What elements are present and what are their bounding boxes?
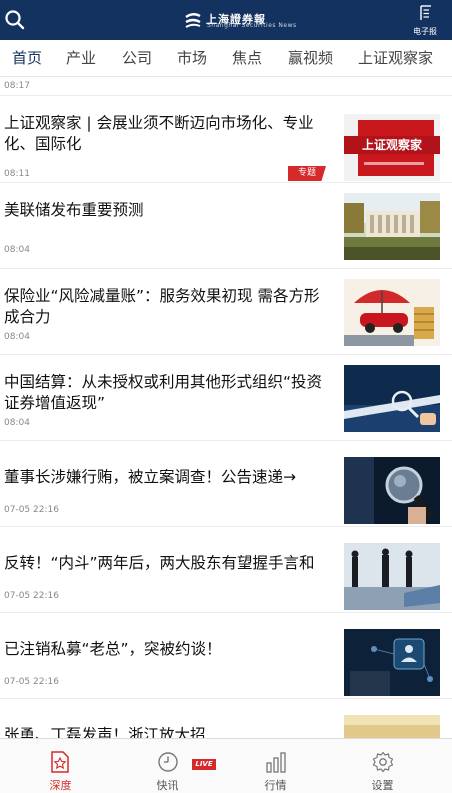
list-item[interactable]: 张勇、丁磊发声！浙江放大招 bbox=[0, 699, 452, 738]
nav-quotes[interactable]: 行情 bbox=[219, 739, 332, 793]
article-time: 07-05 22:16 bbox=[4, 677, 59, 687]
document-star-icon bbox=[51, 751, 69, 773]
article-title: 保险业“风险减量账”：服务效果初现 需各方形成合力 bbox=[4, 287, 320, 326]
article-time: 08:17 bbox=[4, 81, 30, 91]
tab-market[interactable]: 市场 bbox=[177, 40, 207, 76]
gear-icon bbox=[372, 751, 394, 773]
article-time: 07-05 22:16 bbox=[4, 505, 59, 515]
live-badge: LIVE bbox=[192, 759, 216, 770]
article-thumbnail bbox=[344, 715, 440, 738]
list-item[interactable]: 08:17 bbox=[0, 77, 452, 96]
list-item[interactable]: 已注销私募“老总”，突被约谈！ 07-05 22:16 bbox=[0, 613, 452, 699]
list-item[interactable]: 美联储发布重要预测 08:04 bbox=[0, 183, 452, 269]
category-tabs: 首页 产业 公司 市场 焦点 赢视频 上证观察家 bbox=[0, 40, 452, 77]
tab-home[interactable]: 首页 bbox=[12, 40, 42, 76]
nav-quotes-label: 行情 bbox=[264, 779, 287, 792]
logo-mark-icon bbox=[185, 13, 201, 28]
topic-badge: 专题 bbox=[288, 166, 326, 181]
bottom-navigation: 深度 快讯 LIVE 行情 设置 bbox=[0, 738, 452, 793]
article-time: 08:04 bbox=[4, 332, 30, 342]
nav-flash-label: 快讯 bbox=[156, 779, 179, 792]
epaper-icon bbox=[420, 5, 431, 20]
nav-settings[interactable]: 设置 bbox=[326, 739, 439, 793]
logo-subtitle: Shanghai Securities News bbox=[207, 22, 297, 29]
tab-video[interactable]: 赢视频 bbox=[288, 40, 333, 76]
list-item[interactable]: 反转！“内斗”两年后，两大股东有望握手言和 07-05 22:16 bbox=[0, 527, 452, 613]
nav-settings-label: 设置 bbox=[371, 779, 394, 792]
clock-icon bbox=[158, 752, 178, 772]
article-time: 08:11 bbox=[4, 169, 30, 179]
article-thumbnail bbox=[344, 457, 440, 524]
article-title: 中国结算：从未授权或利用其他形式组织“投资证券增值返现” bbox=[4, 373, 323, 412]
tab-company[interactable]: 公司 bbox=[122, 40, 152, 76]
article-time: 08:04 bbox=[4, 418, 30, 428]
article-thumbnail: 上证观察家 bbox=[344, 114, 440, 181]
article-title: 董事长涉嫌行贿，被立案调查！公告速递→ bbox=[4, 468, 296, 486]
news-list: 08:17 上证观察家 | 会展业须不断迈向市场化、专业化、国际化 08:11 … bbox=[0, 77, 452, 738]
article-thumbnail bbox=[344, 629, 440, 696]
article-title: 美联储发布重要预测 bbox=[4, 201, 144, 219]
article-time: 08:04 bbox=[4, 245, 30, 255]
article-title: 反转！“内斗”两年后，两大股东有望握手言和 bbox=[4, 554, 315, 572]
svg-text:上证观察家: 上证观察家 bbox=[362, 137, 423, 152]
article-thumbnail bbox=[344, 365, 440, 432]
list-item[interactable]: 中国结算：从未授权或利用其他形式组织“投资证券增值返现” 08:04 bbox=[0, 355, 452, 441]
article-title: 张勇、丁磊发声！浙江放大招 bbox=[4, 726, 206, 738]
epaper-button[interactable]: 电子报 bbox=[410, 4, 440, 38]
epaper-label: 电子报 bbox=[413, 27, 437, 36]
article-thumbnail bbox=[344, 193, 440, 260]
article-thumbnail bbox=[344, 543, 440, 610]
bar-chart-icon bbox=[266, 752, 286, 773]
article-time: 07-05 22:16 bbox=[4, 591, 59, 601]
list-item[interactable]: 董事长涉嫌行贿，被立案调查！公告速递→ 07-05 22:16 bbox=[0, 441, 452, 527]
search-icon[interactable] bbox=[4, 9, 26, 31]
tab-industry[interactable]: 产业 bbox=[66, 40, 96, 76]
list-item[interactable]: 上证观察家 | 会展业须不断迈向市场化、专业化、国际化 08:11 专题 上证观… bbox=[0, 96, 452, 183]
nav-depth[interactable]: 深度 bbox=[4, 739, 117, 793]
top-header: 上海證券報 Shanghai Securities News 电子报 bbox=[0, 0, 452, 40]
tab-observer[interactable]: 上证观察家 bbox=[358, 40, 433, 76]
article-title: 上证观察家 | 会展业须不断迈向市场化、专业化、国际化 bbox=[4, 114, 314, 153]
app-logo: 上海證券報 Shanghai Securities News bbox=[183, 8, 296, 32]
nav-depth-label: 深度 bbox=[49, 779, 72, 792]
article-title: 已注销私募“老总”，突被约谈！ bbox=[4, 640, 222, 658]
tab-focus[interactable]: 焦点 bbox=[232, 40, 262, 76]
list-item[interactable]: 保险业“风险减量账”：服务效果初现 需各方形成合力 08:04 bbox=[0, 269, 452, 355]
article-thumbnail bbox=[344, 279, 440, 346]
